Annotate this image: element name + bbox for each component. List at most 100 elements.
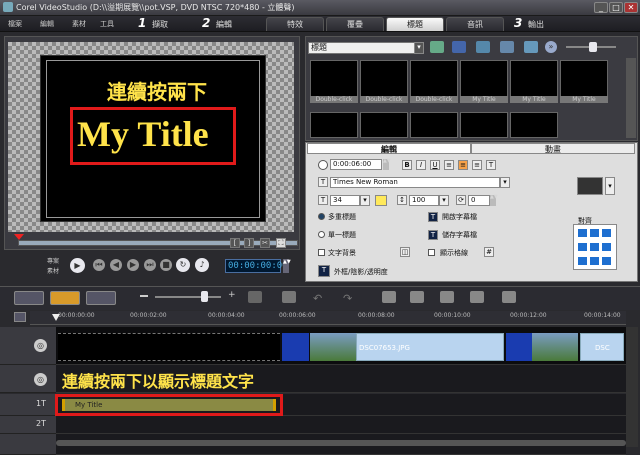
step-edit[interactable]: 2 編輯 — [202, 16, 262, 31]
align-bottom-left-icon[interactable] — [578, 257, 587, 265]
align-center-icon[interactable]: ≡ — [458, 160, 468, 170]
menu-file[interactable]: 檔案 — [8, 19, 22, 29]
menu-clip[interactable]: 素材 — [72, 19, 86, 29]
open-title-file-button[interactable]: 開啟字幕檔 — [442, 212, 477, 222]
zoom-out-icon[interactable] — [140, 295, 148, 297]
timeline-zoom-slider[interactable] — [155, 296, 221, 298]
title-track-2[interactable] — [56, 416, 626, 434]
align-top-left-icon[interactable] — [578, 229, 587, 237]
font-color-swatch[interactable] — [375, 195, 387, 206]
tab-effects[interactable]: 特效 — [266, 17, 324, 31]
fit-project-icon[interactable] — [248, 291, 262, 303]
font-select[interactable]: Times New Roman — [330, 177, 500, 188]
volume-icon[interactable]: ♪ — [195, 258, 209, 272]
clip-thumbnail[interactable] — [532, 333, 578, 361]
overlay-track-icon[interactable]: ◎ — [34, 373, 47, 386]
step-share[interactable]: 3 輸出 — [514, 16, 574, 31]
zoom-in-icon[interactable]: + — [228, 291, 236, 300]
align-right-icon[interactable]: ≡ — [472, 160, 482, 170]
chevron-down-icon[interactable]: ▾ — [605, 177, 615, 195]
track-settings-icon[interactable] — [14, 312, 26, 322]
home-icon[interactable]: ⏮ — [93, 259, 105, 271]
border-shadow-button[interactable]: 外框/陰影/透明度 — [334, 267, 388, 277]
clip-label[interactable]: 素材 — [47, 266, 59, 275]
align-top-icon[interactable] — [590, 229, 599, 237]
background-color-swatch[interactable] — [577, 177, 603, 195]
vertical-text-icon[interactable]: T — [486, 160, 496, 170]
italic-button[interactable]: I — [416, 160, 426, 170]
title-thumbnail[interactable] — [360, 112, 408, 138]
align-left-icon[interactable]: ≡ — [444, 160, 454, 170]
timeline-horizontal-scrollbar[interactable] — [56, 440, 626, 446]
grid-settings-icon[interactable]: # — [484, 247, 494, 257]
enlarge-preview-icon[interactable]: ⛶ — [276, 238, 286, 248]
open-title-file-icon[interactable]: T — [428, 212, 438, 222]
align-left-center-icon[interactable] — [578, 243, 587, 251]
playhead-icon[interactable] — [52, 314, 60, 321]
text-background-checkbox[interactable] — [318, 249, 325, 256]
next-frame-icon[interactable]: ▶ — [127, 259, 139, 271]
text-background-settings-icon[interactable]: ◫ — [400, 247, 410, 257]
mark-out-icon[interactable]: ] — [244, 238, 254, 248]
duration-field[interactable]: 0:00:06:00 — [330, 159, 382, 170]
stop-icon[interactable]: ■ — [160, 259, 172, 271]
title-thumbnail[interactable] — [510, 112, 558, 138]
chevron-down-icon[interactable]: ▾ — [439, 195, 449, 206]
multi-title-radio[interactable] — [318, 213, 325, 220]
clip-thumbnail[interactable] — [310, 333, 356, 361]
import-icon[interactable] — [476, 41, 490, 53]
line-spacing-field[interactable]: 100 — [409, 195, 439, 206]
track-manager-icon[interactable] — [440, 291, 454, 303]
mix-audio-icon[interactable] — [502, 291, 516, 303]
chevron-down-icon[interactable]: ▾ — [500, 177, 510, 188]
tab-audio[interactable]: 音訊 — [446, 17, 504, 31]
audio-view-icon[interactable] — [86, 291, 116, 305]
library-manager-icon[interactable] — [452, 41, 466, 53]
align-bottom-right-icon[interactable] — [602, 257, 611, 265]
show-grid-checkbox[interactable] — [428, 249, 435, 256]
cut-clip-icon[interactable]: ✂ — [260, 238, 270, 248]
minimize-button[interactable]: _ — [594, 2, 608, 13]
rotation-spinner-icon[interactable]: ▲▼ — [490, 195, 498, 206]
folder-icon[interactable] — [430, 41, 444, 53]
align-middle-icon[interactable] — [590, 243, 599, 251]
title-thumbnail[interactable] — [410, 112, 458, 138]
align-bottom-icon[interactable] — [590, 257, 599, 265]
timecode-display[interactable]: 00:00:00:00 — [225, 259, 288, 273]
sort-icon[interactable] — [500, 41, 514, 53]
transition-thumbnail[interactable] — [282, 333, 309, 361]
preview-text-top[interactable]: 連續按兩下 — [82, 76, 232, 105]
timeline-vertical-scrollbar[interactable] — [626, 327, 638, 447]
insert-media-icon[interactable] — [282, 291, 296, 303]
align-right-center-icon[interactable] — [602, 243, 611, 251]
save-title-file-icon[interactable]: T — [428, 230, 438, 240]
video-track-icon[interactable]: ◎ — [34, 339, 47, 352]
view-icon[interactable] — [524, 41, 538, 53]
timeline-view-icon[interactable] — [50, 291, 80, 305]
preview-scrub-bar[interactable] — [18, 240, 298, 246]
title-thumbnail[interactable] — [460, 112, 508, 138]
font-size-field[interactable]: 34 — [330, 195, 360, 206]
chevron-down-icon[interactable]: ▾ — [360, 195, 370, 206]
end-icon[interactable]: ⏭ — [144, 259, 156, 271]
previous-frame-icon[interactable]: ◀ — [110, 259, 122, 271]
repeat-icon[interactable]: ↻ — [176, 258, 190, 272]
storyboard-view-icon[interactable] — [14, 291, 44, 305]
underline-button[interactable]: U — [430, 160, 440, 170]
video-clip[interactable]: DSC07653.JPG — [356, 333, 504, 361]
border-shadow-icon[interactable]: T — [318, 265, 330, 277]
tab-edit[interactable]: 編輯 — [307, 143, 471, 154]
step-capture[interactable]: 1 擷取 — [138, 16, 198, 31]
slider-thumb[interactable] — [589, 42, 597, 52]
menu-tools[interactable]: 工具 — [100, 19, 114, 29]
library-category-select[interactable]: 標題 — [308, 42, 424, 54]
close-button[interactable]: ✕ — [624, 2, 638, 13]
library-scrollbar[interactable] — [626, 58, 636, 138]
play-icon[interactable]: ▶ — [70, 258, 85, 273]
single-title-radio[interactable] — [318, 231, 325, 238]
timecode-spinner-icon[interactable]: ▲▼ — [283, 259, 291, 273]
maximize-button[interactable]: □ — [609, 2, 623, 13]
bold-button[interactable]: B — [402, 160, 412, 170]
tab-overlay[interactable]: 覆疊 — [326, 17, 384, 31]
redo-icon[interactable]: ↷ — [343, 292, 352, 305]
